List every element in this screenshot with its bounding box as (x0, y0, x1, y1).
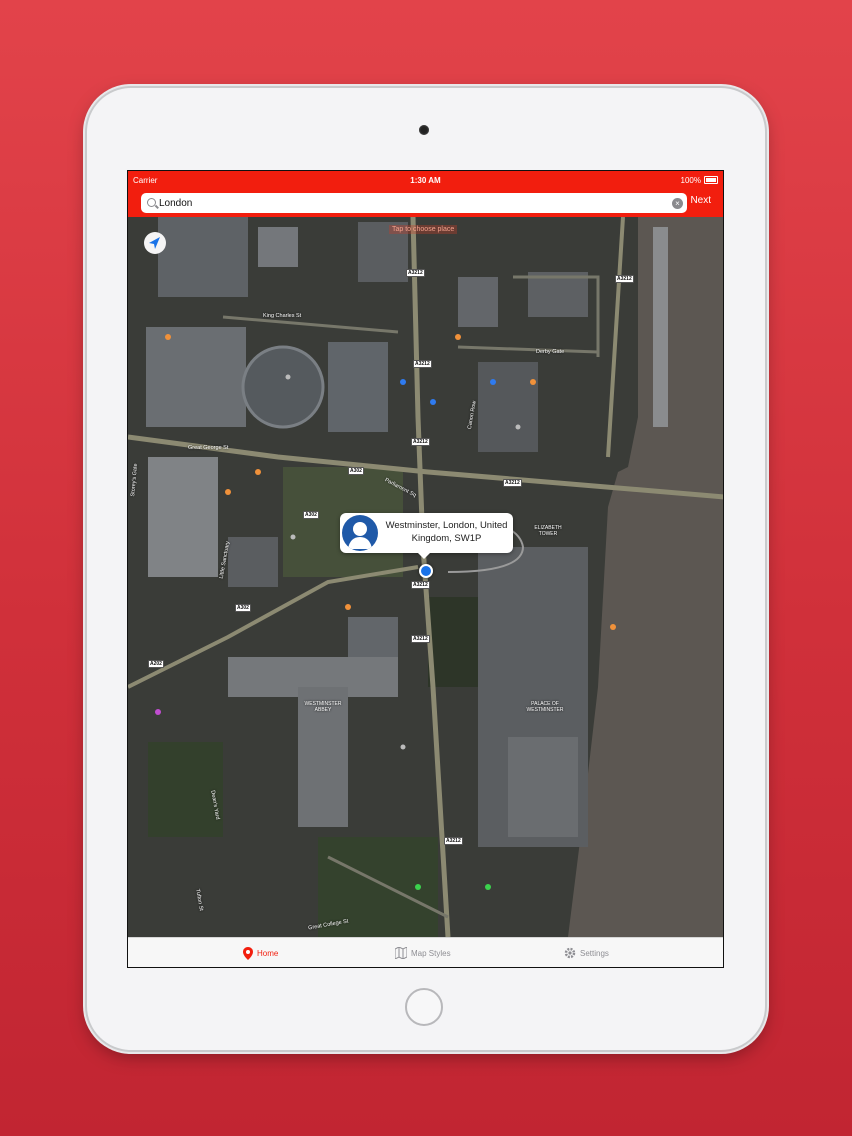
search-field[interactable]: × (141, 193, 687, 213)
landmark-label: ELIZABETH TOWER (534, 525, 562, 537)
road-shield: A3212 (411, 635, 430, 643)
road-shield: A3212 (503, 479, 522, 487)
road-shield: A3212 (411, 438, 430, 446)
road-shield: A3212 (411, 581, 430, 589)
map-icon (395, 947, 407, 959)
tab-settings[interactable]: Settings (564, 947, 609, 959)
search-input[interactable] (159, 195, 659, 211)
satellite-map[interactable]: Tap to choose place King Charles St Grea… (128, 217, 723, 937)
road-shield: A302 (348, 467, 364, 475)
location-callout[interactable]: Westminster, London, United Kingdom, SW1… (340, 513, 513, 559)
road-shield: A3212 (413, 360, 432, 368)
search-bar: × Next (128, 189, 723, 217)
road-shield: A302 (303, 511, 319, 519)
clear-icon[interactable]: × (672, 198, 683, 209)
road-shield: A302 (235, 604, 251, 612)
road-label: Derby Gate (536, 349, 565, 355)
road-label: Great George St (188, 445, 229, 451)
front-camera (419, 125, 429, 135)
landmark-label: PALACE OF WESTMINSTER (526, 701, 564, 713)
road-shield: A3212 (615, 275, 634, 283)
tap-hint: Tap to choose place (389, 225, 458, 234)
road-label: King Charles St (263, 313, 302, 319)
road-shield: A202 (148, 660, 164, 668)
landmark-label: WESTMINSTER ABBEY (304, 701, 342, 713)
road-shield: A3212 (406, 269, 425, 277)
status-bar: Carrier 1:30 AM 100% (128, 171, 723, 189)
search-icon (147, 198, 156, 207)
callout-address: Westminster, London, United Kingdom, SW1… (385, 520, 508, 544)
avatar-icon (342, 515, 378, 551)
status-time: 1:30 AM (410, 176, 441, 185)
user-location-dot (419, 564, 433, 578)
road-shield: A3212 (444, 837, 463, 845)
tab-map-styles[interactable]: Map Styles (395, 947, 451, 959)
pin-icon (243, 947, 253, 960)
gear-icon (564, 947, 576, 959)
tab-bar: Home Map Styles Settings (128, 937, 723, 967)
app-screen: Carrier 1:30 AM 100% × Next (127, 170, 724, 968)
locate-me-button[interactable] (144, 232, 166, 254)
battery-percent: 100% (680, 176, 701, 185)
tab-home[interactable]: Home (243, 947, 278, 960)
battery-icon (704, 176, 718, 184)
tab-label: Map Styles (411, 948, 451, 958)
home-button[interactable] (405, 988, 443, 1026)
location-arrow-icon (144, 232, 166, 254)
tab-label: Settings (580, 948, 609, 958)
next-button[interactable]: Next (690, 195, 711, 206)
tab-label: Home (257, 949, 279, 958)
